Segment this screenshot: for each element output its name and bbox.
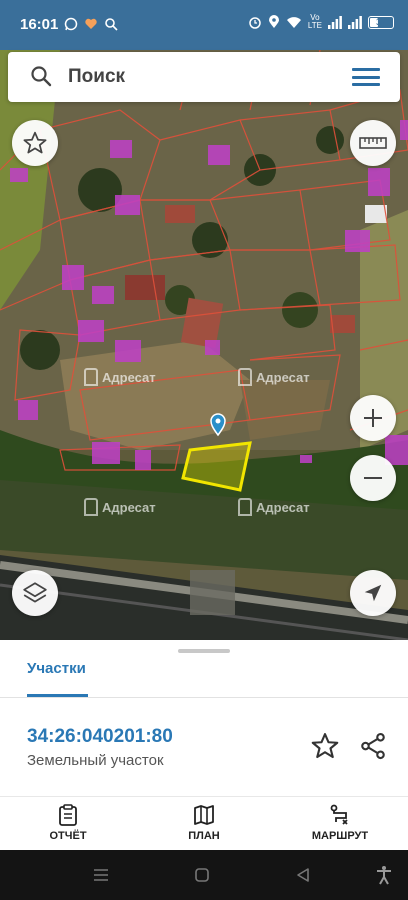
share-icon <box>361 732 385 760</box>
nav-route[interactable]: МАРШРУТ <box>295 803 385 842</box>
home-icon[interactable] <box>194 867 210 883</box>
parcel-type-label: Земельный участок <box>27 752 164 769</box>
plus-icon <box>364 409 382 427</box>
back-icon[interactable] <box>295 867 311 883</box>
map-imagery <box>0 50 408 640</box>
search-icon[interactable] <box>30 65 52 87</box>
map-icon <box>194 805 214 825</box>
watermark: Адресат <box>84 368 156 386</box>
signal-icon-2 <box>348 15 362 29</box>
zoom-out-button[interactable] <box>350 455 396 501</box>
parcel-cadastral-number[interactable]: 34:26:040201:80 <box>27 726 173 748</box>
layers-button[interactable] <box>12 570 58 616</box>
layers-icon <box>23 582 47 603</box>
favorites-map-button[interactable] <box>12 120 58 166</box>
volte-indicator: Vo LTE <box>307 13 322 30</box>
sheet-drag-handle[interactable] <box>178 649 230 653</box>
my-location-button[interactable] <box>350 570 396 616</box>
parcel-bottom-sheet: Участки 34:26:040201:80 Земельный участо… <box>0 640 408 796</box>
tab-parcels[interactable]: Участки <box>27 660 86 677</box>
search-status-icon <box>105 18 118 31</box>
recent-apps-icon[interactable] <box>93 868 109 882</box>
navigation-arrow-icon <box>364 584 382 602</box>
system-navigation-bar <box>0 850 408 900</box>
signal-icon <box>328 15 342 29</box>
favorite-button[interactable] <box>310 731 340 766</box>
minus-icon <box>364 477 382 479</box>
nav-plan[interactable]: ПЛАН <box>159 803 249 842</box>
watermark: Адресат <box>238 368 310 386</box>
whatsapp-icon <box>64 17 78 31</box>
ruler-icon <box>359 137 387 149</box>
heart-icon <box>85 18 97 29</box>
battery-icon: 37 <box>368 15 394 29</box>
status-time: 16:01 <box>20 16 59 33</box>
star-outline-icon <box>311 733 339 759</box>
status-bar: 16:01 Vo LTE 37 <box>0 0 408 50</box>
star-outline-icon <box>23 131 47 154</box>
nav-report-label: ОТЧЁТ <box>49 830 87 842</box>
route-icon <box>330 804 348 825</box>
watermark: Адресат <box>238 498 310 516</box>
nav-plan-label: ПЛАН <box>188 830 220 842</box>
share-button[interactable] <box>358 731 388 766</box>
hamburger-menu-icon[interactable] <box>352 68 380 86</box>
divider <box>0 697 408 698</box>
search-input[interactable]: Поиск <box>68 66 125 88</box>
ruler-button[interactable] <box>350 120 396 166</box>
nav-route-label: МАРШРУТ <box>311 830 369 842</box>
watermark: Адресат <box>84 498 156 516</box>
clipboard-icon <box>59 804 77 826</box>
satellite-map[interactable]: Адресат Адресат Адресат Адресат <box>0 50 408 640</box>
bottom-navigation: ОТЧЁТ ПЛАН МАРШРУТ <box>0 796 408 850</box>
location-icon <box>268 15 279 28</box>
search-bar[interactable]: Поиск <box>8 52 400 102</box>
zoom-in-button[interactable] <box>350 395 396 441</box>
battery-percent: 37 <box>375 16 386 27</box>
wifi-icon <box>286 16 301 28</box>
alarm-icon <box>249 17 261 29</box>
nav-report[interactable]: ОТЧЁТ <box>23 803 113 842</box>
accessibility-icon[interactable] <box>374 865 394 885</box>
